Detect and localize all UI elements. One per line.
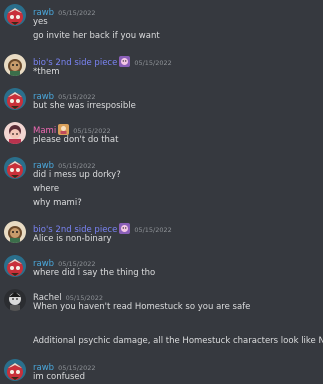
mami-avatar-icon[interactable] — [4, 122, 26, 144]
chat-log: rawb 05/15/2022 yes go invite her back if… — [0, 0, 323, 384]
rawb-avatar-icon[interactable] — [4, 4, 26, 26]
message-text: *them — [33, 67, 60, 77]
message-header: bio's 2nd side piece 05/15/2022 — [33, 221, 172, 235]
message-text: did i mess up dorky? — [33, 170, 121, 180]
message-text: please don't do that — [33, 135, 119, 145]
message-header: rawb 05/15/2022 — [33, 88, 96, 102]
message-text: where — [33, 184, 60, 194]
message-text: Additional psychic damage, all the Homes… — [33, 336, 323, 346]
rachel-avatar-icon[interactable] — [4, 289, 26, 311]
timestamp: 05/15/2022 — [134, 226, 172, 234]
message-text: im confused — [33, 372, 86, 382]
message-header: Rachel 05/15/2022 — [33, 289, 103, 303]
role-emoji-icon — [119, 56, 131, 67]
message-text: but she was irresposible — [33, 101, 136, 111]
message-text: Alice is non-binary — [33, 234, 112, 244]
rawb-avatar-icon[interactable] — [4, 255, 26, 277]
role-emoji-icon — [119, 223, 131, 234]
bio-avatar-icon[interactable] — [4, 54, 26, 76]
message-text: where did i say the thing tho — [33, 268, 156, 278]
message-header: Mami 05/15/2022 — [33, 122, 111, 136]
message-text: go invite her back if you want — [33, 31, 160, 41]
message-header: bio's 2nd side piece 05/15/2022 — [33, 54, 172, 68]
message-text: yes — [33, 17, 48, 27]
bio-avatar-icon[interactable] — [4, 221, 26, 243]
message-header: rawb 05/15/2022 — [33, 4, 96, 18]
rawb-avatar-icon[interactable] — [4, 88, 26, 110]
message-text: When you haven't read Homestuck so you a… — [33, 302, 251, 312]
message-text: why mami? — [33, 198, 82, 208]
rawb-avatar-icon[interactable] — [4, 157, 26, 179]
message-header: rawb 05/15/2022 — [33, 255, 96, 269]
timestamp: 05/15/2022 — [134, 59, 172, 67]
timestamp: 05/15/2022 — [58, 9, 96, 17]
message-header: rawb 05/15/2022 — [33, 359, 96, 373]
rawb-avatar-icon[interactable] — [4, 359, 26, 381]
message-header: rawb 05/15/2022 — [33, 157, 96, 171]
